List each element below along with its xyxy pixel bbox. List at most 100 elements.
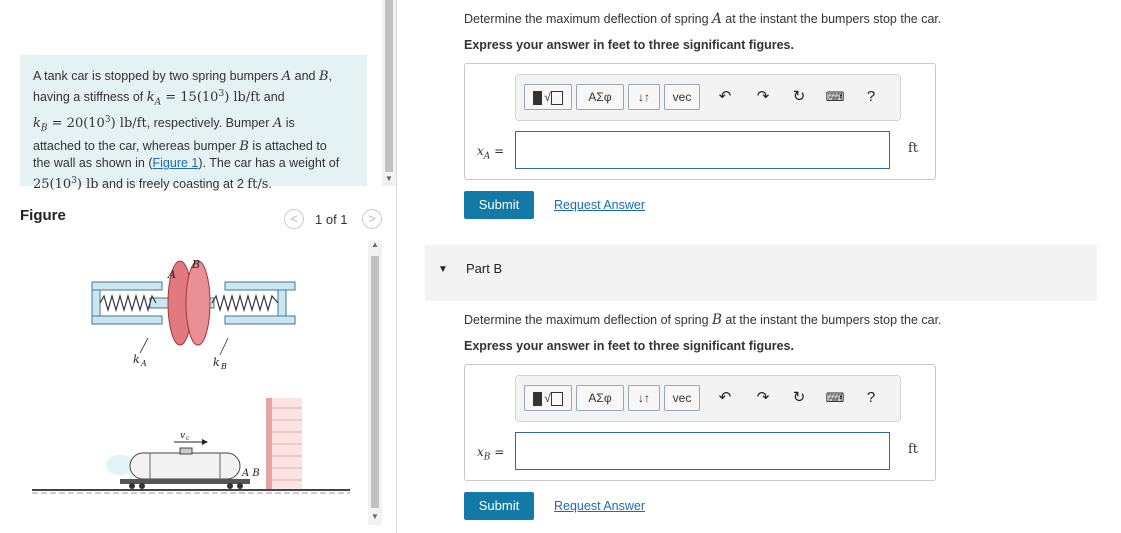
var-symbol: x: [477, 445, 484, 459]
problem-text: is: [282, 115, 295, 130]
redo-icon[interactable]: ↷: [752, 386, 774, 410]
figure-pager: 1 of 1: [315, 212, 348, 227]
keyboard-icon[interactable]: ⌨: [824, 386, 846, 410]
ka-symbol: k: [146, 89, 155, 105]
problem-text: and is freely coasting at 2: [98, 176, 248, 191]
greek-button[interactable]: ΑΣφ: [576, 84, 624, 110]
weight-value: 25(10: [33, 176, 72, 192]
problem-text: having a stiffness of: [33, 89, 147, 104]
question-text: at the instant the bumpers stop the car.: [721, 313, 942, 327]
weight-unit: ) lb: [76, 176, 99, 192]
diagram-label-ka: k: [133, 353, 140, 366]
question-text: Determine the maximum deflection of spri…: [464, 12, 713, 26]
diagram-label-kb: k: [213, 356, 220, 369]
part-b-answer-input[interactable]: [515, 432, 890, 470]
reset-icon[interactable]: ↻: [788, 85, 810, 109]
keyboard-icon[interactable]: ⌨: [824, 85, 846, 109]
figure-scrollbar[interactable]: ▲ ▼: [368, 240, 382, 525]
problem-scrollbar[interactable]: ▼: [382, 0, 396, 186]
part-a-var-label: xA =: [477, 144, 504, 161]
kb-symbol: k: [33, 115, 41, 131]
part-b-header[interactable]: ▼ Part B: [425, 245, 1097, 301]
subscript-button[interactable]: ↓↑: [628, 84, 660, 110]
var-b: B: [318, 69, 329, 84]
scroll-down-icon[interactable]: ▼: [371, 512, 379, 521]
part-a-answer-input[interactable]: [515, 131, 890, 169]
template-block-icon: [533, 391, 543, 406]
kb-unit: ) lb/ft: [110, 115, 147, 131]
help-icon[interactable]: ?: [860, 386, 882, 410]
scroll-down-icon[interactable]: ▼: [385, 174, 393, 183]
chevron-left-icon: <: [290, 211, 298, 226]
var-eq: =: [490, 144, 505, 158]
sqrt-icon: √: [544, 391, 551, 405]
math-toolbar: √ ΑΣφ ↓↑ vec ↶ ↷ ↻ ⌨ ?: [515, 375, 901, 422]
var-a: A: [281, 69, 292, 84]
problem-text: and: [291, 69, 319, 83]
scrollbar-thumb[interactable]: [371, 256, 379, 508]
part-a-question: Determine the maximum deflection of spri…: [464, 11, 941, 27]
var-b: B: [239, 138, 249, 154]
scrollbar-thumb[interactable]: [385, 0, 393, 172]
problem-text: and: [260, 89, 285, 104]
question-text: at the instant the bumpers stop the car.: [721, 12, 942, 26]
vec-label: vec: [672, 90, 692, 104]
problem-text: A tank car is stopped by two spring bump…: [33, 69, 282, 83]
part-b-request-answer-link[interactable]: Request Answer: [554, 499, 645, 513]
math-toolbar: √ ΑΣφ ↓↑ vec ↶ ↷ ↻ ⌨ ?: [515, 74, 901, 121]
prev-figure-button[interactable]: <: [284, 209, 304, 229]
updown-arrows-icon: ↓↑: [638, 90, 650, 104]
template-box-icon: [550, 90, 563, 105]
scroll-up-icon[interactable]: ▲: [371, 240, 379, 249]
diagram-label-ka-sub: A: [140, 359, 147, 368]
diagram-label-a: A: [167, 268, 176, 281]
next-figure-button[interactable]: >: [362, 209, 382, 229]
problem-text: the wall as shown in (: [33, 156, 153, 171]
problem-statement: A tank car is stopped by two spring bump…: [20, 55, 367, 192]
var-a: A: [272, 115, 283, 131]
part-a-request-answer-link[interactable]: Request Answer: [554, 198, 645, 212]
tank-car-diagram: A B k A k B v c A B: [32, 258, 350, 494]
figure-title: Figure: [20, 207, 66, 224]
diagram-label-vc-sub: c: [186, 435, 190, 442]
vec-label: vec: [672, 391, 692, 405]
help-icon[interactable]: ?: [860, 85, 882, 109]
part-a-answer-box: √ ΑΣφ ↓↑ vec ↶ ↷ ↻ ⌨ ? xA = ft: [464, 63, 936, 180]
part-b-submit-button[interactable]: Submit: [464, 492, 534, 520]
kb-value: = 20(10: [47, 115, 105, 131]
part-b-title: Part B: [466, 261, 503, 276]
updown-arrows-icon: ↓↑: [638, 391, 650, 405]
part-b-instruction: Express your answer in feet to three sig…: [464, 339, 794, 353]
template-block-icon: [533, 90, 543, 105]
vec-button[interactable]: vec: [664, 84, 700, 110]
undo-icon[interactable]: ↶: [714, 386, 736, 410]
greek-icon: ΑΣφ: [588, 391, 612, 405]
ka-value: = 15(10: [161, 89, 219, 105]
part-a-instruction: Express your answer in feet to three sig…: [464, 38, 794, 52]
question-var: B: [712, 312, 722, 328]
problem-text: .: [268, 176, 272, 191]
question-var: A: [712, 11, 722, 27]
greek-button[interactable]: ΑΣφ: [576, 385, 624, 411]
templates-button[interactable]: √: [524, 84, 572, 110]
part-a-submit-button[interactable]: Submit: [464, 191, 534, 219]
undo-icon[interactable]: ↶: [714, 85, 736, 109]
part-b-var-label: xB =: [477, 445, 504, 462]
collapse-caret-icon[interactable]: ▼: [438, 264, 448, 275]
redo-icon[interactable]: ↷: [752, 85, 774, 109]
question-text: Determine the maximum deflection of spri…: [464, 313, 713, 327]
part-b-answer-box: √ ΑΣφ ↓↑ vec ↶ ↷ ↻ ⌨ ? xB = ft: [464, 364, 936, 481]
subscript-button[interactable]: ↓↑: [628, 385, 660, 411]
pane-divider: [396, 0, 397, 533]
figure-link[interactable]: Figure 1: [153, 156, 199, 170]
part-a-unit: ft: [908, 141, 919, 156]
var-eq: =: [490, 445, 505, 459]
greek-icon: ΑΣφ: [588, 90, 612, 104]
templates-button[interactable]: √: [524, 385, 572, 411]
diagram-label-vc: v: [180, 431, 185, 441]
problem-text: attached to the car, whereas bumper: [33, 138, 240, 153]
vec-button[interactable]: vec: [664, 385, 700, 411]
var-symbol: x: [477, 144, 484, 158]
chevron-right-icon: >: [368, 211, 376, 226]
reset-icon[interactable]: ↻: [788, 386, 810, 410]
